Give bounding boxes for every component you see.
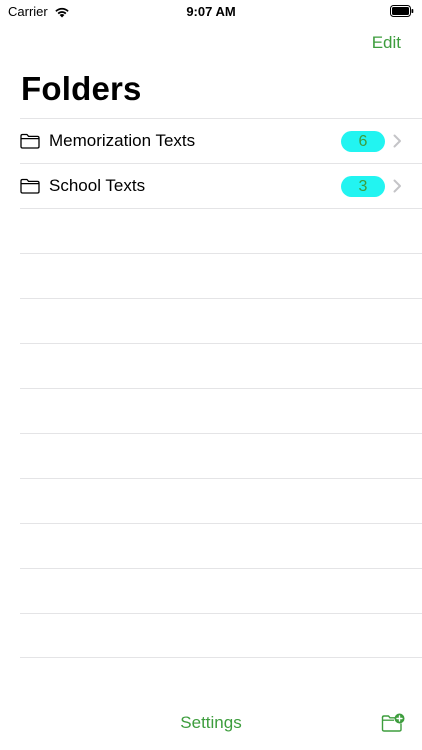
chevron-right-icon [393,134,401,148]
status-bar: Carrier 9:07 AM [0,0,422,24]
settings-label: Settings [180,713,242,732]
battery-icon [390,5,414,17]
bottom-toolbar: Settings [0,702,422,746]
folder-name: School Texts [49,176,146,195]
folder-list: Memorization Texts 6 School Texts 3 [20,118,422,658]
folder-icon [20,178,40,194]
folder-row-memorization-texts[interactable]: Memorization Texts 6 [20,118,422,163]
chevron-right-icon [393,179,401,193]
empty-row [20,343,422,388]
empty-row [20,253,422,298]
count-badge: 6 [341,130,385,152]
folder-plus-icon[interactable] [381,713,405,733]
empty-row [20,298,422,343]
navigation-bar: Edit [0,24,422,64]
empty-row [20,568,422,613]
page-title: Folders [21,70,142,107]
settings-button[interactable]: Settings [0,713,422,733]
folder-icon [20,133,40,149]
empty-row [20,433,422,478]
empty-row [20,388,422,433]
status-time: 9:07 AM [186,4,236,19]
count-badge: 3 [341,175,385,197]
empty-row [20,613,422,658]
empty-row [20,478,422,523]
empty-row [20,208,422,253]
folder-row-school-texts[interactable]: School Texts 3 [20,163,422,208]
edit-button[interactable]: Edit [372,33,401,53]
folder-name: Memorization Texts [49,131,196,150]
empty-row [20,523,422,568]
